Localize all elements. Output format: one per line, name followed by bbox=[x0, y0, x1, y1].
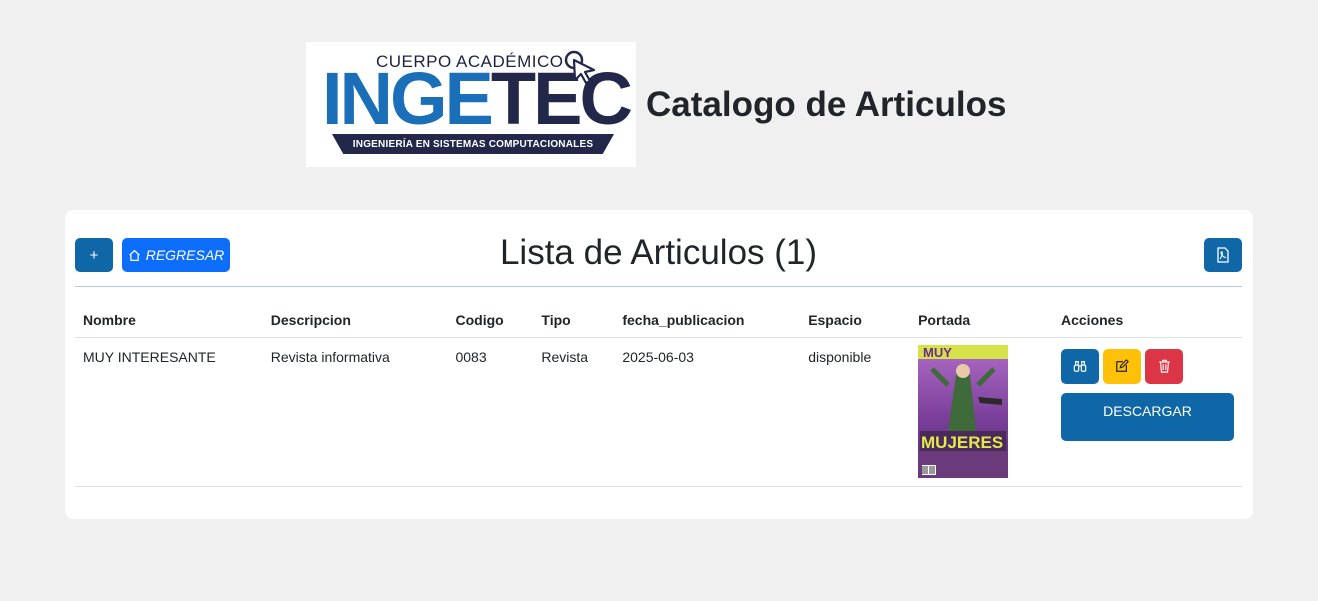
table-header-row: Nombre Descripcion Codigo Tipo fecha_pub… bbox=[75, 304, 1242, 338]
cover-text: MUJERES bbox=[921, 433, 1003, 452]
page-title: Catalogo de Articulos bbox=[646, 84, 1007, 124]
trash-icon bbox=[1158, 359, 1170, 373]
col-nombre: Nombre bbox=[75, 304, 263, 338]
cell-portada: MUY MUJERES bbox=[910, 337, 1053, 487]
delete-button[interactable] bbox=[1145, 348, 1183, 384]
add-article-button[interactable]: + bbox=[75, 238, 113, 272]
toolbar: Lista de Articulos (1) + REGRESAR bbox=[75, 230, 1242, 287]
ingetec-logo: CUERPO ACADÉMICO INGETEC INGENIERÍA EN S… bbox=[306, 42, 636, 167]
cell-descripcion: Revista informativa bbox=[262, 337, 448, 487]
svg-text:MUY: MUY bbox=[923, 345, 952, 360]
download-button[interactable]: DESCARGAR bbox=[1061, 392, 1234, 441]
list-title: Lista de Articulos (1) bbox=[499, 233, 818, 272]
col-acciones: Acciones bbox=[1053, 304, 1242, 338]
view-button[interactable] bbox=[1061, 348, 1099, 384]
binoculars-icon bbox=[1073, 361, 1087, 372]
articles-table: Nombre Descripcion Codigo Tipo fecha_pub… bbox=[75, 304, 1242, 487]
cell-espacio: disponible bbox=[800, 337, 911, 487]
header: CUERPO ACADÉMICO INGETEC INGENIERÍA EN S… bbox=[306, 42, 1006, 167]
edit-icon bbox=[1116, 359, 1129, 372]
action-buttons bbox=[1061, 348, 1234, 384]
back-button[interactable]: REGRESAR bbox=[122, 238, 230, 272]
back-button-label: REGRESAR bbox=[145, 247, 225, 263]
pdf-icon bbox=[1217, 247, 1229, 263]
cell-acciones: DESCARGAR bbox=[1053, 337, 1242, 487]
cell-fecha-publicacion: 2025-06-03 bbox=[614, 337, 801, 487]
edit-button[interactable] bbox=[1103, 348, 1141, 384]
col-tipo: Tipo bbox=[533, 304, 615, 338]
col-portada: Portada bbox=[910, 304, 1053, 338]
articles-card: Lista de Articulos (1) + REGRESAR Nombre… bbox=[65, 210, 1253, 519]
cell-tipo: Revista bbox=[533, 337, 615, 487]
magazine-cover-image: MUY MUJERES bbox=[918, 344, 1009, 478]
col-fecha-publicacion: fecha_publicacion bbox=[614, 304, 801, 338]
col-descripcion: Descripcion bbox=[262, 304, 448, 338]
cursor-icon bbox=[564, 50, 596, 84]
col-codigo: Codigo bbox=[447, 304, 534, 338]
cell-nombre: MUY INTERESANTE bbox=[75, 337, 263, 487]
home-icon bbox=[128, 249, 140, 261]
export-pdf-button[interactable] bbox=[1204, 238, 1242, 272]
cell-codigo: 0083 bbox=[447, 337, 534, 487]
logo-subtitle: INGENIERÍA EN SISTEMAS COMPUTACIONALES bbox=[332, 134, 614, 154]
col-espacio: Espacio bbox=[800, 304, 911, 338]
table-row: MUY INTERESANTE Revista informativa 0083… bbox=[75, 337, 1242, 487]
